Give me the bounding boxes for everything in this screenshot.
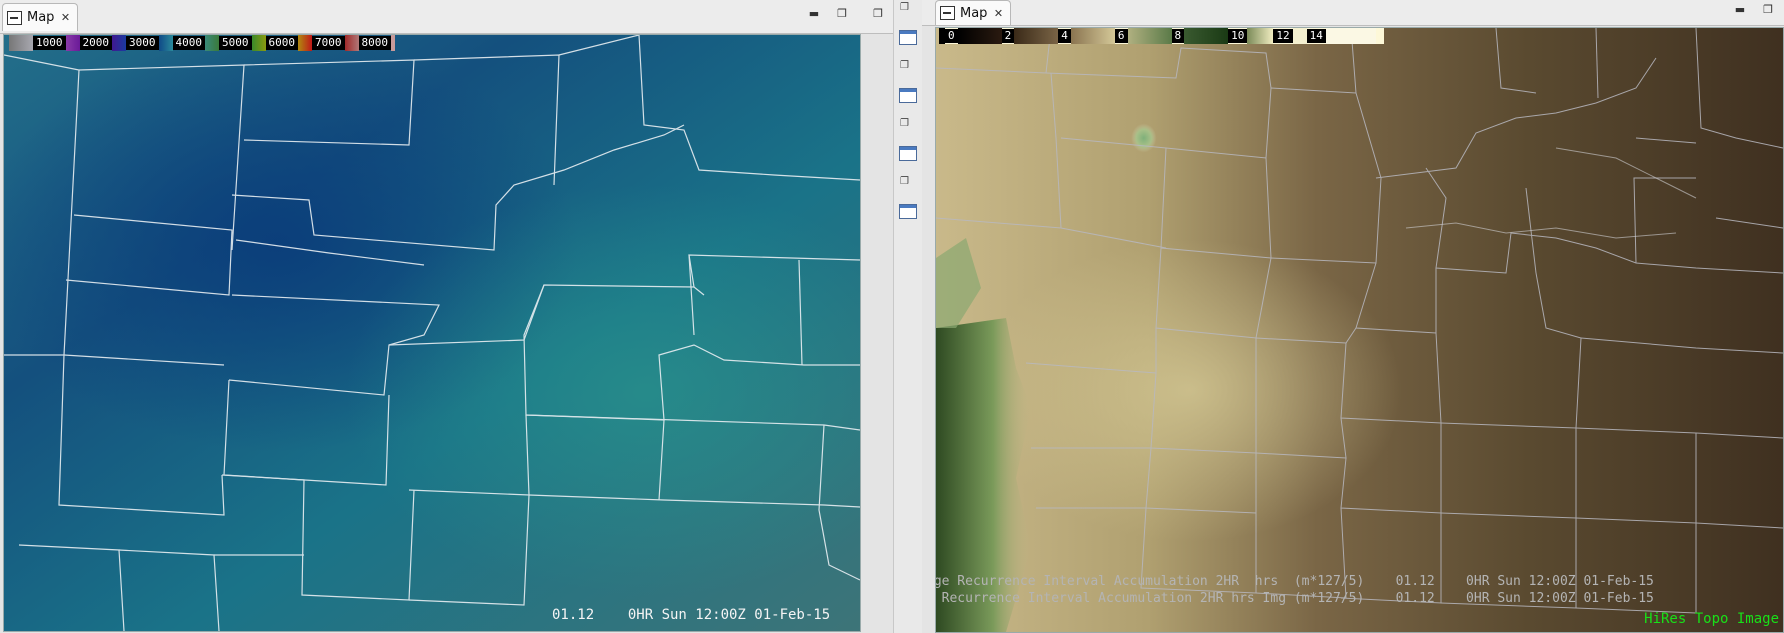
left-legend-label-3: 3000 — [126, 36, 159, 50]
left-legend-label-6: 6000 — [265, 36, 298, 50]
window-icon[interactable] — [899, 30, 917, 45]
minimize-button[interactable]: ▬ — [806, 6, 822, 22]
maximize-button[interactable]: ❐ — [834, 6, 850, 22]
left-map-canvas[interactable]: 1000 2000 3000 4000 5000 6000 7000 8000 … — [3, 34, 861, 632]
right-tab-bar: Map ✕ ▬ ❐ — [922, 0, 1784, 26]
right-readout-line-2: Recurrence Interval Accumulation 2HR hrs… — [935, 591, 1654, 606]
right-legend-label-1: 0 — [945, 29, 958, 43]
right-color-legend: 0 2 4 6 8 10 12 14 — [939, 28, 1384, 44]
right-readout-line-1: age Recurrence Interval Accumulation 2HR… — [935, 574, 1654, 589]
right-legend-label-2: 2 — [1001, 29, 1015, 43]
left-legend-label-5: 5000 — [219, 36, 252, 50]
map-icon — [7, 10, 22, 25]
left-legend-label-1: 1000 — [33, 36, 66, 50]
map-icon — [940, 6, 955, 20]
right-map-panel: Map ✕ ▬ ❐ 0 2 4 6 8 10 12 14 age Recurre… — [922, 0, 1784, 633]
close-icon[interactable]: ✕ — [59, 11, 71, 24]
right-map-tab[interactable]: Map ✕ — [935, 0, 1012, 25]
window-icon[interactable] — [899, 146, 917, 161]
left-legend-label-4: 4000 — [172, 36, 205, 50]
window-icon[interactable] — [899, 88, 917, 103]
restore-icon[interactable]: ❐ — [900, 176, 909, 187]
left-legend-label-8: 8000 — [358, 36, 391, 50]
close-icon[interactable]: ✕ — [992, 7, 1004, 20]
left-map-tab[interactable]: Map ✕ — [2, 3, 79, 31]
right-legend-label-4: 6 — [1114, 29, 1128, 43]
restore-icon[interactable]: ❐ — [900, 2, 909, 13]
right-legend-label-7: 12 — [1273, 29, 1293, 43]
window-icon[interactable] — [899, 204, 917, 219]
left-map-image — [4, 35, 860, 631]
left-map-panel: Map ✕ ▬ ❐ ❐ 1000 2000 3000 4000 5000 600… — [0, 0, 893, 633]
left-legend-label-7: 7000 — [312, 36, 345, 50]
restore-icon[interactable]: ❐ — [900, 118, 909, 129]
right-map-canvas[interactable]: 0 2 4 6 8 10 12 14 age Recurrence Interv… — [935, 27, 1784, 633]
right-legend-label-5: 8 — [1171, 29, 1185, 43]
maximize-button[interactable]: ❐ — [1760, 2, 1776, 18]
right-legend-label-8: 14 — [1306, 29, 1326, 43]
right-tab-label: Map — [960, 5, 988, 21]
left-tab-bar: Map ✕ ▬ ❐ ❐ — [0, 0, 893, 34]
right-legend-label-3: 4 — [1058, 29, 1071, 43]
left-time-readout: 01.12 0HR Sun 12:00Z 01-Feb-15 — [552, 607, 831, 623]
right-map-image — [936, 28, 1783, 632]
minimize-button[interactable]: ▬ — [1732, 2, 1748, 18]
left-legend-label-2: 2000 — [79, 36, 112, 50]
toolbar-strip: ❐ ❐ ❐ ❐ — [893, 0, 923, 633]
right-legend-label-6: 10 — [1228, 29, 1248, 43]
restore-button[interactable]: ❐ — [870, 6, 886, 22]
topo-layer-label: HiRes Topo Image — [1644, 611, 1779, 627]
left-color-legend: 1000 2000 3000 4000 5000 6000 7000 8000 — [9, 35, 395, 51]
left-tab-label: Map — [27, 10, 55, 25]
restore-icon[interactable]: ❐ — [900, 60, 909, 71]
